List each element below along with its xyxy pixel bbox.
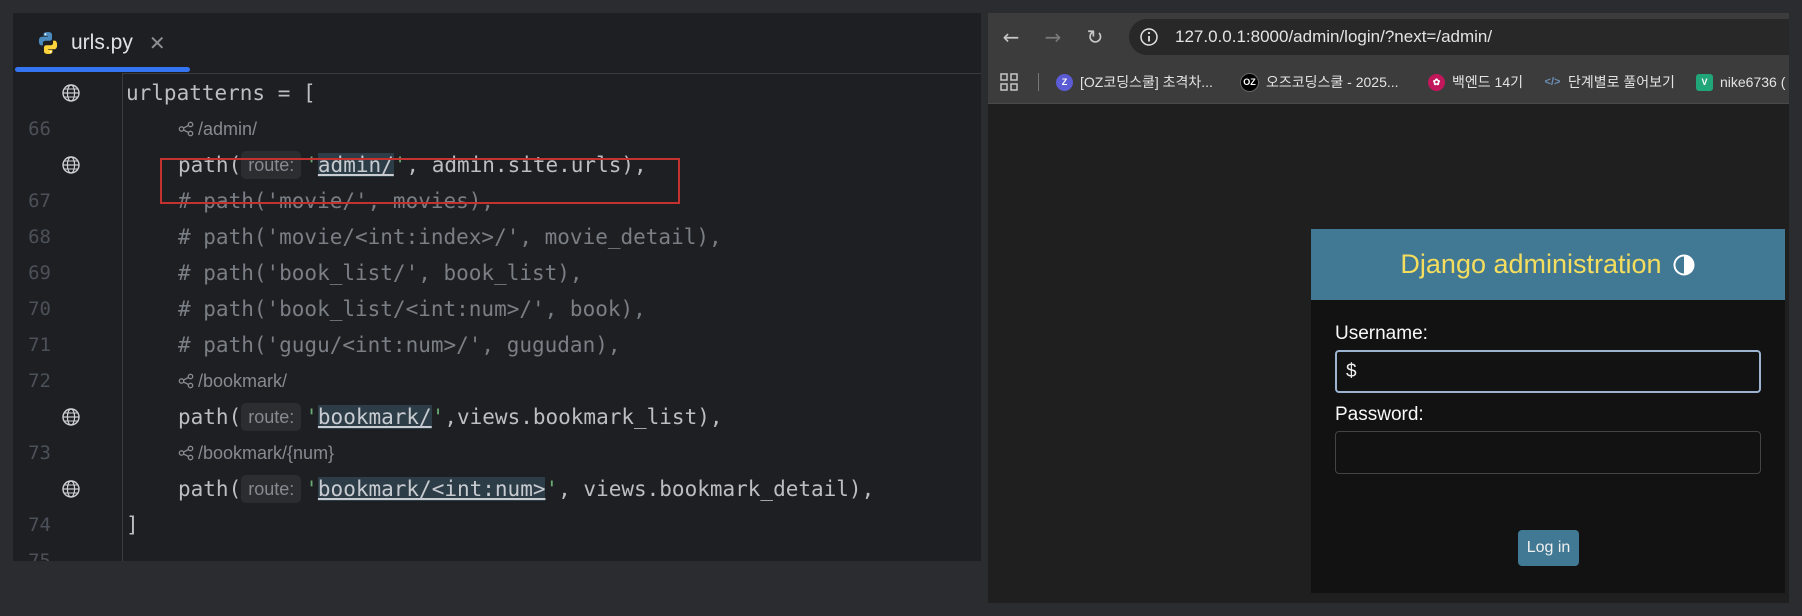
comment-text: # path('book_list/', book_list),: [178, 261, 583, 285]
route-string: bookmark/: [317, 405, 432, 429]
bookmark-favicon-icon: OZ: [1240, 72, 1259, 92]
globe-icon[interactable]: [61, 407, 81, 427]
inlay-hint: route:: [241, 475, 302, 503]
share-icon: [178, 121, 194, 137]
code-text: ]: [126, 513, 139, 537]
bookmarks-divider: [1038, 73, 1039, 91]
reload-icon[interactable]: ↻: [1084, 26, 1106, 48]
globe-icon[interactable]: [61, 479, 81, 499]
bookmark-favicon-icon: V: [1696, 73, 1713, 91]
login-header: Django administration: [1311, 229, 1785, 300]
line-number: 66: [28, 118, 51, 140]
username-label: Username:: [1335, 323, 1428, 344]
site-info-icon[interactable]: [1139, 27, 1159, 47]
code-editor: urls.py ✕ 66 urlpatterns = [ /admin/ 67 …: [13, 13, 981, 561]
code-line[interactable]: 71 # path('book_list/<int:num>/', book),: [13, 291, 981, 356]
share-icon: [178, 445, 194, 461]
active-tab-indicator: [15, 67, 190, 72]
login-panel: Django administration Username: $ Passwo…: [1311, 229, 1785, 593]
python-file-icon: [38, 32, 58, 54]
route-hint-text: /bookmark/: [198, 371, 288, 391]
bookmark-favicon-icon: </>: [1544, 76, 1561, 88]
code-line[interactable]: 66 urlpatterns = [: [13, 75, 981, 140]
close-icon[interactable]: ✕: [149, 31, 166, 55]
bookmark-label: [OZ코딩스쿨] 초격차...: [1080, 74, 1213, 90]
code-text: path(route:'bookmark/',views.bookmark_li…: [178, 403, 723, 431]
tab-urls-py[interactable]: urls.py ✕: [13, 13, 190, 73]
code-line[interactable]: 74 path(route:'bookmark/<int:num>', view…: [13, 471, 981, 536]
code-text: urlpatterns = [: [126, 81, 316, 105]
bookmark-favicon-icon: ✿: [1428, 73, 1445, 91]
site-title: Django administration: [1400, 249, 1662, 279]
code-line[interactable]: 75 ]: [13, 507, 981, 561]
globe-icon[interactable]: [61, 155, 81, 175]
password-label: Password:: [1335, 404, 1424, 425]
code-line[interactable]: 69 # path('movie/<int:index>/', movie_de…: [13, 219, 981, 284]
bookmark-favicon-icon: Z: [1056, 73, 1073, 91]
tab-filename: urls.py: [71, 31, 133, 54]
bookmark-item[interactable]: OZ 오즈코딩스쿨 - 2025...: [1240, 61, 1399, 103]
highlight-annotation-box: [160, 158, 680, 204]
back-arrow-icon[interactable]: ←: [1000, 26, 1022, 48]
route-hint-text: /bookmark/{num}: [198, 443, 335, 463]
comment-text: # path('gugu/<int:num>/', gugudan),: [178, 333, 621, 357]
login-button[interactable]: Log in: [1518, 530, 1579, 566]
route-hint[interactable]: /bookmark/: [178, 363, 287, 399]
password-input[interactable]: [1335, 431, 1761, 474]
globe-icon[interactable]: [61, 83, 81, 103]
bookmark-label: nike6736 (: [1720, 74, 1786, 90]
code-text: path(route:'bookmark/<int:num>', views.b…: [178, 475, 875, 503]
url-text: 127.0.0.1:8000/admin/login/?next=/admin/: [1175, 27, 1493, 46]
line-number: 75: [28, 550, 51, 561]
route-string: bookmark/<int:num>: [317, 477, 546, 501]
bookmark-item[interactable]: </> 단계별로 풀어보기: [1544, 61, 1675, 103]
editor-tabbar: urls.py ✕: [13, 13, 981, 74]
address-bar[interactable]: 127.0.0.1:8000/admin/login/?next=/admin/: [1129, 19, 1789, 55]
route-hint-text: /admin/: [198, 119, 258, 139]
bookmarks-bar: Z [OZ코딩스쿨] 초격차... OZ 오즈코딩스쿨 - 2025... ✿ …: [988, 61, 1789, 104]
bookmark-label: 백엔드 14기: [1452, 74, 1523, 90]
bookmark-label: 단계별로 풀어보기: [1568, 74, 1675, 90]
share-icon: [178, 373, 194, 389]
code-line[interactable]: 70 # path('book_list/', book_list),: [13, 255, 981, 320]
line-number: 73: [28, 442, 51, 464]
comment-text: # path('movie/<int:index>/', movie_detai…: [178, 225, 722, 249]
forward-arrow-icon[interactable]: →: [1042, 26, 1064, 48]
theme-toggle-icon[interactable]: [1672, 253, 1696, 277]
bookmark-item[interactable]: ✿ 백엔드 14기: [1428, 61, 1523, 103]
username-input[interactable]: $: [1335, 350, 1761, 393]
route-hint[interactable]: /bookmark/{num}: [178, 435, 334, 471]
bookmark-item[interactable]: Z [OZ코딩스쿨] 초격차...: [1056, 61, 1213, 103]
browser-toolbar: ← → ↻ 127.0.0.1:8000/admin/login/?next=/…: [988, 13, 1789, 61]
comment-text: # path('book_list/<int:num>/', book),: [178, 297, 646, 321]
line-number: 72: [28, 370, 51, 392]
code-line[interactable]: 73 path(route:'bookmark/',views.bookmark…: [13, 399, 981, 464]
apps-grid-icon[interactable]: [1000, 73, 1018, 91]
route-hint[interactable]: /admin/: [178, 111, 257, 147]
bookmark-item[interactable]: V nike6736 (: [1696, 61, 1785, 103]
bookmark-label: 오즈코딩스쿨 - 2025...: [1266, 74, 1399, 90]
inlay-hint: route:: [241, 403, 302, 431]
browser-window: ← → ↻ 127.0.0.1:8000/admin/login/?next=/…: [988, 13, 1789, 603]
code-line[interactable]: 72 # path('gugu/<int:num>/', gugudan),: [13, 327, 981, 392]
